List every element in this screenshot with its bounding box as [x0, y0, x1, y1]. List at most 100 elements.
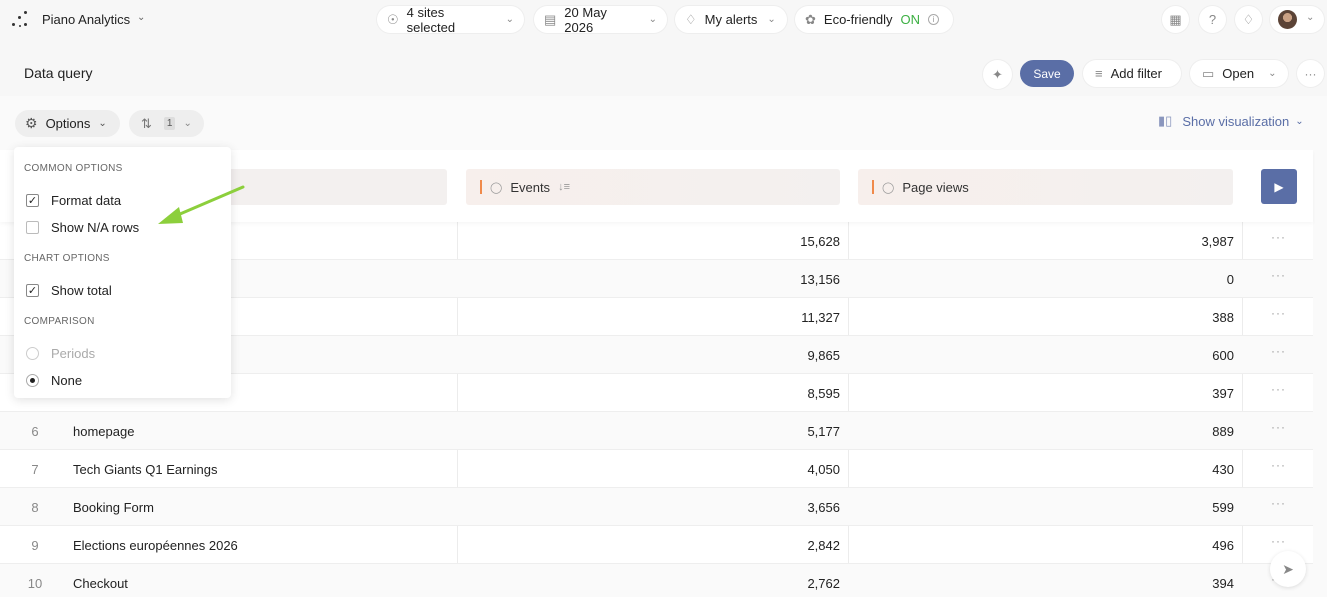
- cell-events: 2,762: [807, 576, 840, 591]
- row-index: 7: [31, 462, 39, 477]
- eye-icon[interactable]: ◯: [882, 181, 894, 194]
- filter-icon: ≡: [1095, 66, 1103, 81]
- section-header-common: COMMON OPTIONS: [24, 163, 123, 174]
- row-name: Elections européennes 2026: [73, 538, 238, 553]
- date-selector[interactable]: ▤ 20 May 2026 ⌄: [534, 4, 667, 35]
- option-show-na-rows[interactable]: Show N/A rows: [26, 220, 139, 235]
- site-selector[interactable]: ☉ 4 sites selected ⌄: [377, 5, 524, 35]
- date-selector-label: 20 May 2026: [564, 4, 607, 35]
- cell-page-views: 430: [1212, 462, 1234, 477]
- show-visualization-button[interactable]: ▮▯ Show visualization ⌄: [1158, 113, 1304, 129]
- eco-friendly-toggle[interactable]: ✿ Eco-friendly ON i: [795, 6, 953, 33]
- row-name: Checkout: [73, 576, 128, 591]
- user-menu[interactable]: ⌄: [1270, 6, 1324, 33]
- option-label: Show N/A rows: [51, 220, 140, 235]
- row-index: 10: [27, 576, 43, 591]
- annotation-arrow-icon: [158, 185, 245, 224]
- apps-grid-button[interactable]: ▦: [1162, 6, 1189, 33]
- cell-events: 8,595: [807, 386, 840, 401]
- checkbox-checked-icon[interactable]: ✓: [26, 194, 39, 207]
- row-menu-icon[interactable]: ···: [1271, 230, 1286, 244]
- leaf-icon: ✿: [805, 11, 816, 27]
- cell-page-views: 889: [1212, 424, 1234, 439]
- column-marker: [480, 180, 482, 194]
- ai-assistant-button[interactable]: ✦: [983, 60, 1012, 89]
- table-row[interactable]: 10Checkout2,762394···: [0, 564, 1313, 597]
- cell-events: 15,628: [800, 234, 840, 249]
- option-label: Show total: [51, 283, 112, 298]
- column-header-label: Events: [510, 179, 551, 195]
- option-show-total[interactable]: ✓ Show total: [26, 283, 112, 298]
- eco-friendly-state: ON: [900, 12, 921, 27]
- option-none[interactable]: None: [26, 373, 82, 388]
- chevron-down-icon: ⌄: [1268, 68, 1277, 79]
- alerts-selector[interactable]: ♢ My alerts ⌄: [675, 6, 787, 33]
- cell-events: 5,177: [807, 424, 840, 439]
- option-label: None: [51, 373, 83, 388]
- radio-disabled-icon: [26, 347, 39, 360]
- more-options-button[interactable]: ···: [1297, 60, 1324, 87]
- cell-events: 3,656: [807, 500, 840, 515]
- sort-count-badge: 1: [163, 117, 176, 130]
- chevron-down-icon[interactable]: ⌄: [137, 12, 145, 23]
- row-menu-icon[interactable]: ···: [1271, 382, 1286, 396]
- add-filter-button[interactable]: ≡ Add filter: [1083, 60, 1181, 87]
- table-row[interactable]: 8 Booking Form 3,656 599 ···: [0, 488, 1313, 526]
- grid-icon: ▦: [1169, 11, 1182, 27]
- radio-selected-icon[interactable]: [26, 374, 39, 387]
- cell-events: 11,327: [801, 310, 840, 325]
- checkbox-checked-icon[interactable]: ✓: [26, 284, 39, 297]
- launch-button[interactable]: ➤: [1270, 551, 1306, 587]
- sort-button[interactable]: ⇅ 1 ⌄: [129, 110, 204, 137]
- row-menu-icon[interactable]: ···: [1271, 496, 1286, 510]
- save-button[interactable]: Save: [1020, 60, 1074, 87]
- cell-page-views: 394: [1212, 576, 1234, 591]
- column-header-page-views[interactable]: ◯ Page views: [858, 169, 1233, 205]
- alerts-label: My alerts: [704, 12, 758, 27]
- option-format-data[interactable]: ✓ Format data: [26, 193, 121, 208]
- open-button[interactable]: ▭ Open ⌄: [1190, 60, 1288, 87]
- notifications-button[interactable]: ♢: [1235, 6, 1262, 33]
- row-menu-icon[interactable]: ···: [1271, 458, 1286, 472]
- info-icon[interactable]: i: [928, 14, 940, 25]
- eye-icon[interactable]: ◯: [490, 181, 502, 194]
- table-row[interactable]: 7 Tech Giants Q1 Earnings 4,050 430 ···: [0, 450, 1313, 488]
- cell-events: 13,156: [800, 272, 840, 287]
- folder-icon: ▭: [1202, 65, 1215, 81]
- column-header-events[interactable]: ◯ Events ↓≡: [466, 169, 840, 205]
- cell-page-views: 496: [1212, 538, 1234, 553]
- chevron-down-icon: ⌄: [98, 118, 107, 129]
- eco-friendly-label: Eco-friendly: [823, 12, 893, 27]
- sort-descending-icon[interactable]: ↓≡: [558, 181, 570, 193]
- app-name[interactable]: Piano Analytics: [42, 12, 130, 27]
- cell-page-views: 388: [1212, 310, 1234, 325]
- option-label: Periods: [51, 346, 96, 361]
- run-query-button[interactable]: ▶: [1261, 169, 1297, 204]
- cell-page-views: 600: [1212, 348, 1234, 363]
- cell-events: 2,842: [807, 538, 840, 553]
- cell-events: 9,865: [807, 348, 840, 363]
- row-index: 8: [31, 500, 39, 515]
- row-menu-icon[interactable]: ···: [1271, 420, 1286, 434]
- piano-logo-icon[interactable]: [10, 10, 32, 30]
- page-title: Data query: [24, 65, 93, 81]
- bell-icon: ♢: [1242, 11, 1255, 27]
- chevron-down-icon: ⌄: [183, 118, 192, 129]
- checkbox-unchecked-icon[interactable]: [26, 221, 39, 234]
- row-name: homepage: [73, 424, 135, 439]
- row-menu-icon[interactable]: ···: [1271, 344, 1286, 358]
- play-icon: ▶: [1274, 179, 1284, 194]
- cell-page-views: 0: [1226, 272, 1234, 287]
- gear-icon: ⚙: [25, 115, 38, 131]
- chevron-down-icon: ⌄: [648, 14, 657, 25]
- table-row[interactable]: 6 homepage 5,177 889 ···: [0, 412, 1313, 450]
- table-row[interactable]: 9 Elections européennes 2026 2,842 496 ···: [0, 526, 1313, 564]
- help-button[interactable]: ?: [1199, 6, 1226, 33]
- add-filter-label: Add filter: [1110, 66, 1162, 81]
- row-menu-icon[interactable]: ···: [1271, 534, 1286, 548]
- row-name: Booking Form: [73, 500, 154, 515]
- options-button[interactable]: ⚙ Options ⌄: [15, 110, 120, 137]
- row-menu-icon[interactable]: ···: [1271, 268, 1286, 282]
- sparkle-icon: ✦: [992, 66, 1003, 82]
- row-menu-icon[interactable]: ···: [1271, 306, 1286, 320]
